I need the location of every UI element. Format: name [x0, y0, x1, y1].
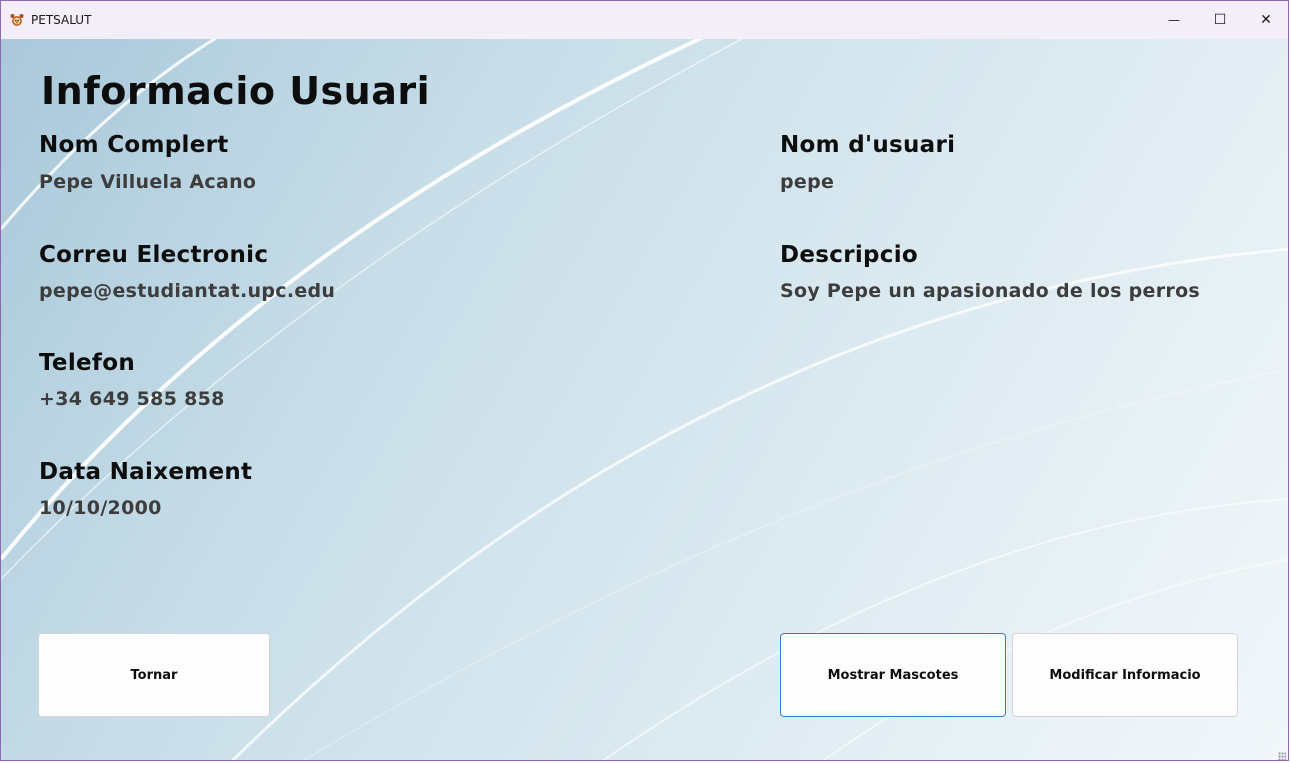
- maximize-button[interactable]: ☐: [1197, 1, 1243, 39]
- phone-label: Telefon: [39, 350, 135, 376]
- birth-date-value: 10/10/2000: [39, 497, 162, 519]
- maximize-icon: ☐: [1213, 12, 1227, 28]
- username-value: pepe: [780, 171, 835, 193]
- email-label: Correu Electronic: [39, 242, 269, 268]
- minimize-icon: —: [1168, 13, 1180, 27]
- email-value: pepe@estudiantat.upc.edu: [39, 280, 336, 302]
- show-pets-button-label: Mostrar Mascotes: [827, 667, 959, 683]
- close-icon: ✕: [1260, 12, 1272, 28]
- description-value: Soy Pepe un apasionado de los perros: [780, 280, 1201, 302]
- app-window: PETSALUT — ☐ ✕ Informacio Usuari Nom Com…: [0, 0, 1289, 761]
- modify-info-button[interactable]: Modificar Informacio: [1012, 633, 1238, 717]
- modify-info-button-label: Modificar Informacio: [1049, 667, 1201, 683]
- back-button[interactable]: Tornar: [38, 633, 270, 717]
- minimize-button[interactable]: —: [1151, 1, 1197, 39]
- back-button-label: Tornar: [130, 667, 178, 683]
- window-title: PETSALUT: [31, 13, 92, 27]
- phone-value: +34 649 585 858: [39, 388, 225, 410]
- show-pets-button[interactable]: Mostrar Mascotes: [780, 633, 1006, 717]
- page-title: Informacio Usuari: [41, 69, 431, 113]
- paw-logo-icon: [9, 12, 25, 28]
- description-label: Descripcio: [780, 242, 919, 268]
- username-label: Nom d'usuari: [780, 132, 956, 158]
- full-name-value: Pepe Villuela Acano: [39, 171, 257, 193]
- birth-date-label: Data Naixement: [39, 459, 253, 485]
- user-info-panel: Informacio Usuari Nom Complert Pepe Vill…: [1, 39, 1288, 760]
- full-name-label: Nom Complert: [39, 132, 229, 158]
- title-bar[interactable]: PETSALUT — ☐ ✕: [1, 1, 1288, 39]
- resize-grip[interactable]: [1278, 752, 1286, 760]
- close-button[interactable]: ✕: [1243, 1, 1288, 39]
